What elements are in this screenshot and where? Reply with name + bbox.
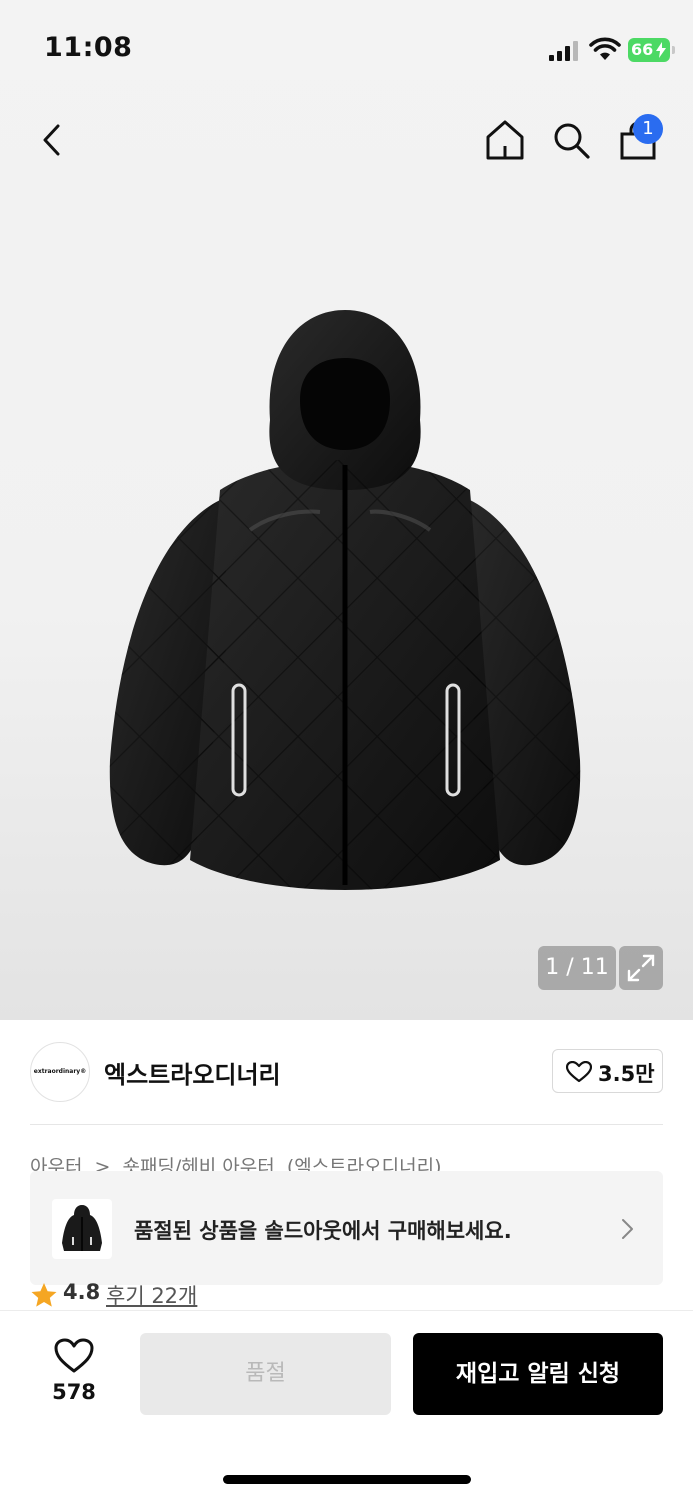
image-counter: 1 / 11 (538, 946, 616, 990)
breadcrumb-item-category[interactable]: 아우터 (30, 1152, 82, 1172)
search-icon[interactable] (550, 118, 592, 162)
wishlist-heart-icon[interactable] (54, 1338, 94, 1374)
home-icon[interactable] (484, 118, 526, 162)
product-photo[interactable] (100, 300, 590, 900)
signal-icon (549, 41, 579, 61)
divider (30, 1124, 663, 1125)
brand-logo[interactable]: extraordinary® (30, 1042, 90, 1102)
wishlist-count: 578 (52, 1380, 96, 1404)
rating-score: 4.8 (63, 1280, 101, 1304)
battery-icon: 66 (628, 38, 675, 62)
restock-alert-button[interactable]: 재입고 알림 신청 (413, 1333, 663, 1415)
brand-like-button[interactable]: 3.5만 (552, 1049, 663, 1093)
home-indicator[interactable] (223, 1475, 471, 1484)
soldout-thumbnail (52, 1199, 112, 1259)
charging-bolt-icon (656, 42, 666, 58)
breadcrumb-item-brand[interactable]: (엑스트라오디너리) (287, 1152, 442, 1172)
breadcrumb[interactable]: 아우터 > 숏패딩/헤비 아우터 (엑스트라오디너리) (30, 1152, 447, 1172)
brand-like-count: 3.5만 (598, 1062, 655, 1086)
product-image-area[interactable]: 11:08 66 1 1 / 11 (0, 0, 693, 1020)
breadcrumb-item-subcategory[interactable]: 숏패딩/헤비 아우터 (122, 1152, 274, 1172)
soldout-banner[interactable]: 품절된 상품을 솔드아웃에서 구매해보세요. (30, 1171, 663, 1285)
back-icon[interactable] (36, 118, 70, 162)
expand-icon (627, 954, 655, 982)
battery-level: 66 (631, 40, 654, 59)
brand-name[interactable]: 엑스트라오디너리 (104, 1055, 281, 1090)
expand-button[interactable] (619, 946, 663, 990)
soldout-button: 품절 (140, 1333, 391, 1415)
chevron-right-icon (622, 1219, 633, 1239)
breadcrumb-separator: > (94, 1156, 111, 1172)
star-icon (31, 1283, 57, 1307)
soldout-banner-text: 품절된 상품을 솔드아웃에서 구매해보세요. (134, 1219, 512, 1243)
review-count-link[interactable]: 후기 22개 (106, 1280, 197, 1310)
heart-icon (566, 1061, 592, 1083)
wifi-icon (589, 37, 621, 60)
cart-badge: 1 (633, 114, 663, 144)
status-time: 11:08 (44, 32, 133, 63)
